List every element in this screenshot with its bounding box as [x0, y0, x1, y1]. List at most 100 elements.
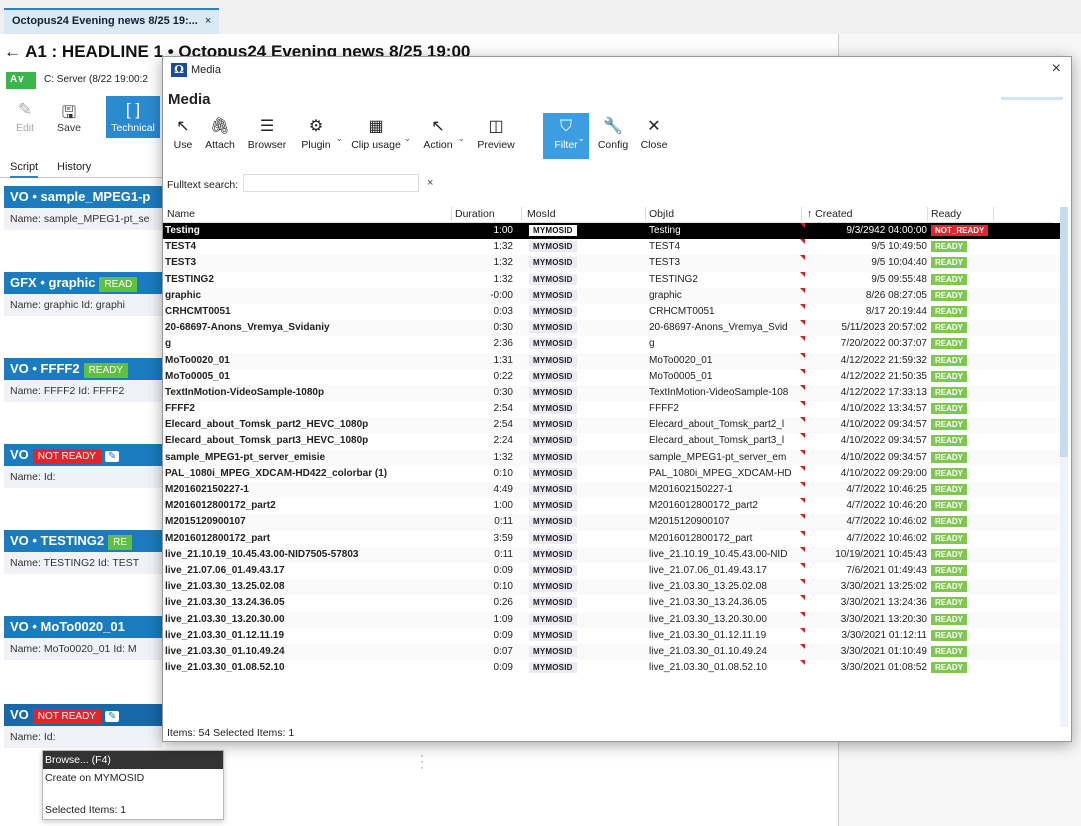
table-row[interactable]: live_21.07.06_01.49.43.17 0:09 MYMOSID live…: [163, 562, 1063, 579]
column-header-duration[interactable]: Duration: [455, 208, 495, 220]
dialog-close-button[interactable]: ×: [1052, 60, 1061, 78]
mosid-badge: MYMOSID: [529, 225, 577, 236]
cell-ready: READY: [931, 613, 993, 625]
cell-duration: 0:09: [493, 629, 513, 641]
cell-duration: 0:11: [494, 516, 513, 528]
dialog-titlebar[interactable]: Ω Media ×: [163, 57, 1071, 83]
ready-badge: READY: [931, 548, 968, 560]
story-header[interactable]: VO NOT READY ✎: [4, 704, 162, 726]
menu-item-create[interactable]: Create on MYMOSID: [43, 769, 223, 787]
column-header-objid[interactable]: ObjId: [649, 208, 674, 220]
story-header[interactable]: VO NOT READY ✎: [4, 444, 162, 466]
table-row[interactable]: sample_MPEG1-pt_server_emisie 1:32 MYMOSID…: [163, 449, 1063, 466]
ready-badge: READY: [931, 484, 968, 495]
column-header-ready[interactable]: Ready: [931, 208, 961, 220]
version-badge[interactable]: A∨: [6, 72, 36, 89]
config-button[interactable]: 🔧 Config: [595, 113, 631, 159]
table-row[interactable]: g 2:36 MYMOSID g 7/20/2022 00:37:07 READY: [163, 336, 1063, 352]
cell-objid: Elecard_about_Tomsk_part2_l: [649, 419, 785, 431]
table-row[interactable]: 20-68697-Anons_Vremya_Svidaniy 0:30 MYMOSI…: [163, 320, 1063, 337]
table-row[interactable]: TEST3 1:32 MYMOSID TEST3 9/5 10:04:40 READY: [163, 255, 1063, 272]
media-dialog: Ω Media × Media ↖ Use 🖇 Attach ☰ Browser…: [162, 56, 1072, 742]
table-row[interactable]: MoTo0005_01 0:22 MYMOSID MoTo0005_01 4/12/20…: [163, 368, 1063, 385]
column-header-name[interactable]: Name: [167, 208, 195, 220]
clip-usage-label: Clip usage: [351, 139, 401, 151]
use-button[interactable]: ↖ Use: [169, 113, 197, 159]
cell-created: 10/19/2021 10:45:43: [835, 548, 927, 560]
story-name-field: Name: sample_MPEG1-pt_se: [10, 213, 150, 225]
story-header[interactable]: GFX • graphic READ: [4, 272, 162, 294]
cell-mosid: MYMOSID: [529, 354, 584, 366]
cell-duration: -0:00: [490, 289, 513, 301]
ready-badge: READY: [931, 613, 968, 625]
table-row[interactable]: M2016012800172_part 3:59 MYMOSID M201601280…: [163, 530, 1063, 547]
story-header[interactable]: VO • MoTo0020_01: [4, 616, 162, 638]
close-button[interactable]: ✕ Close: [637, 113, 671, 159]
browser-button[interactable]: ☰ Browser: [243, 113, 291, 159]
table-row[interactable]: Elecard_about_Tomsk_part2_HEVC_1080p 2:54…: [163, 417, 1063, 434]
chevron-down-icon[interactable]: ⌄: [457, 133, 465, 144]
tab-script[interactable]: Script: [10, 161, 39, 178]
cell-name: live_21.03.30_01.08.52.10: [165, 662, 285, 674]
ready-badge: READY: [931, 354, 968, 366]
scrollbar-thumb[interactable]: [1060, 207, 1068, 457]
story-fields: Name: Id:: [4, 466, 162, 488]
table-row[interactable]: live_21.03.30_01.08.52.10 0:09 MYMOSID live…: [163, 660, 1063, 676]
preview-button[interactable]: ◫ Preview: [473, 113, 519, 159]
table-row[interactable]: TextInMotion-VideoSample-1080p 0:30 MYMOSI…: [163, 384, 1063, 402]
chevron-down-icon[interactable]: ⌄: [403, 133, 411, 144]
cell-ready: READY: [931, 451, 993, 463]
table-row[interactable]: M2016012800172_part2 1:00 MYMOSID M20160128…: [163, 498, 1063, 514]
drag-handle-icon[interactable]: · · ·: [420, 749, 424, 773]
action-button[interactable]: ↖ Action ⌄: [419, 113, 465, 159]
document-tab[interactable]: Octopus24 Evening news 8/25 19:... ×: [4, 8, 219, 34]
table-row[interactable]: graphic -0:00 MYMOSID graphic 8/26 08:27:05 R…: [163, 287, 1063, 304]
filter-button[interactable]: ⛉ Filter ⌄: [543, 113, 589, 159]
technical-label: Technical: [111, 122, 155, 134]
story-header[interactable]: VO • FFFF2 READY: [4, 358, 162, 380]
ready-badge: READY: [931, 386, 968, 398]
table-row[interactable]: live_21.03.30_13.24.36.05 0:26 MYMOSID live…: [163, 595, 1063, 611]
table-row[interactable]: M2015120900107 0:11 MYMOSID M2015120900107 4…: [163, 514, 1063, 531]
story-header[interactable]: VO • TESTING2 RE: [4, 530, 162, 552]
table-row[interactable]: Testing 1:00 MYMOSID Testing 9/3/2942 04:00:…: [163, 223, 1063, 240]
table-row[interactable]: CRHCMT0051 0:03 MYMOSID CRHCMT0051 8/17 20:1…: [163, 303, 1063, 320]
story-header[interactable]: VO • sample_MPEG1-p: [4, 186, 162, 208]
edit-icon[interactable]: ✎: [104, 451, 120, 462]
column-header-mosid[interactable]: MosId: [527, 208, 556, 220]
tab-history[interactable]: History: [57, 161, 91, 173]
table-row[interactable]: live_21.03.30_13.25.02.08 0:10 MYMOSID live…: [163, 579, 1063, 596]
cell-name: Elecard_about_Tomsk_part2_HEVC_1080p: [165, 419, 369, 431]
cell-created: 3/30/2021 01:10:49: [840, 645, 927, 657]
table-row[interactable]: live_21.03.30_01.12.11.19 0:09 MYMOSID live…: [163, 627, 1063, 644]
close-icon[interactable]: ×: [205, 15, 211, 27]
cell-objid: Testing: [649, 225, 681, 236]
table-row[interactable]: MoTo0020_01 1:31 MYMOSID MoTo0020_01 4/12/20…: [163, 352, 1063, 369]
table-row[interactable]: M201602150227-1 4:49 MYMOSID M201602150227-…: [163, 482, 1063, 499]
chevron-down-icon[interactable]: ⌄: [577, 133, 585, 144]
table-row[interactable]: live_21.10.19_10.45.43.00-NID7505-57803 0…: [163, 546, 1063, 563]
table-row[interactable]: live_21.03.30_01.10.49.24 0:07 MYMOSID live…: [163, 643, 1063, 661]
cell-objid: sample_MPEG1-pt_server_em: [649, 451, 787, 463]
table-row[interactable]: TESTING2 1:32 MYMOSID TESTING2 9/5 09:55:48 R…: [163, 271, 1063, 288]
chevron-down-icon[interactable]: ⌄: [335, 133, 343, 144]
table-row[interactable]: live_21.03.30_13.20.30.00 1:09 MYMOSID live…: [163, 611, 1063, 628]
edit-icon[interactable]: ✎: [104, 711, 120, 722]
table-scrollbar[interactable]: [1060, 207, 1068, 727]
attach-button[interactable]: 🖇 Attach: [203, 113, 237, 159]
table-row[interactable]: PAL_1080i_MPEG_XDCAM-HD422_colorbar (1) 0…: [163, 465, 1063, 482]
technical-button[interactable]: [ ] Technical: [106, 96, 160, 138]
clear-search-icon[interactable]: ×: [427, 177, 433, 189]
table-row[interactable]: TEST4 1:32 MYMOSID TEST4 9/5 10:49:50 READY: [163, 239, 1063, 255]
table-row[interactable]: FFFF2 2:54 MYMOSID FFFF2 4/10/2022 13:34:57 R…: [163, 401, 1063, 417]
plugin-button[interactable]: ⚙ Plugin ⌄: [297, 113, 343, 159]
column-header-created[interactable]: ↑ Created: [807, 208, 853, 220]
mosid-badge: MYMOSID: [529, 597, 577, 609]
cell-mosid: MYMOSID: [529, 581, 584, 593]
save-button[interactable]: 🖫 Save: [44, 100, 94, 134]
menu-item-browse[interactable]: Browse... (F4): [43, 751, 223, 769]
fulltext-search-input[interactable]: [243, 174, 419, 192]
edit-button[interactable]: ✎ Edit: [0, 100, 50, 134]
table-row[interactable]: Elecard_about_Tomsk_part3_HEVC_1080p 2:24…: [163, 433, 1063, 449]
clip-usage-button[interactable]: ▦ Clip usage ⌄: [349, 113, 411, 159]
